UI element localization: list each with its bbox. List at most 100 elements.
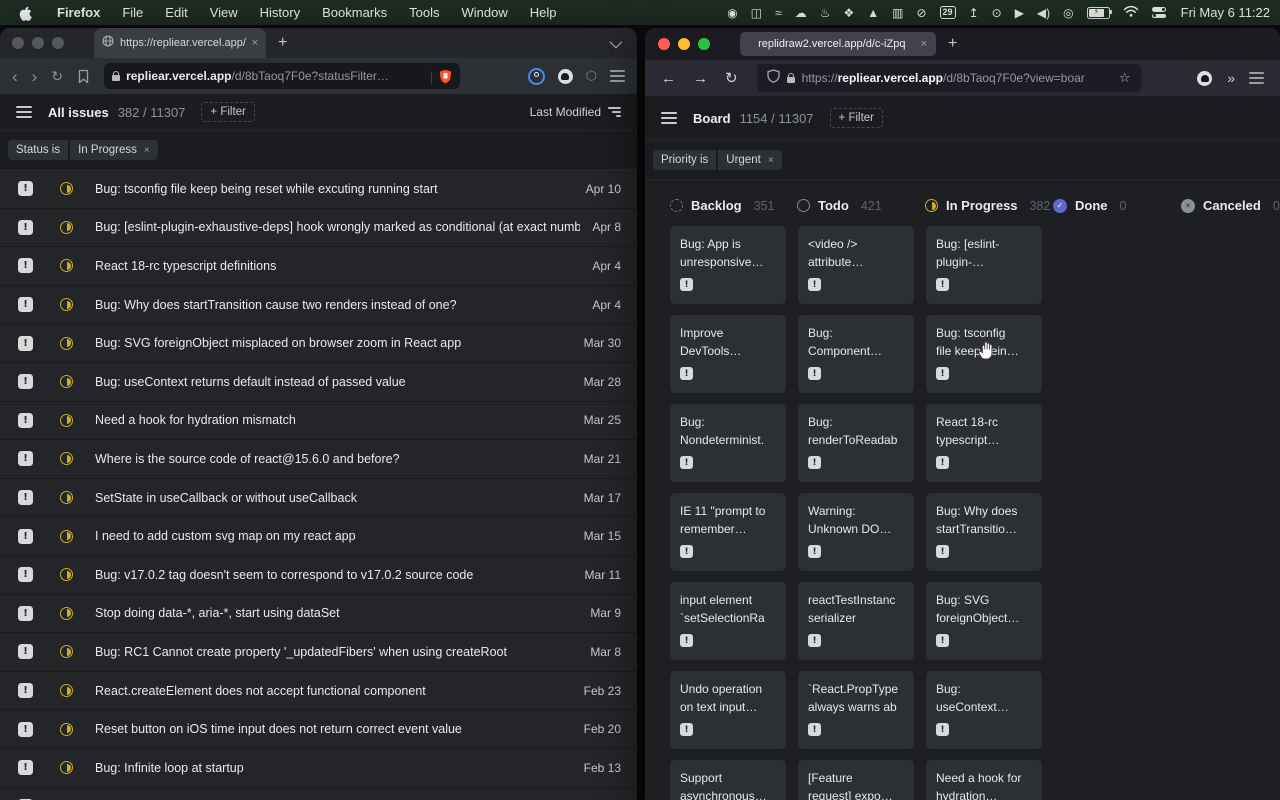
tracking-shield-icon[interactable] [767,69,780,88]
urgent-priority-icon[interactable]: ! [18,760,33,775]
board-card[interactable]: Improve DevTools… ! [670,315,786,393]
board-card[interactable]: IE 11 "prompt to remember… ! [670,493,786,571]
urgent-priority-icon[interactable]: ! [18,297,33,312]
issue-row[interactable]: ! Bug: Why does startTransition cause tw… [0,286,637,325]
extensions-puzzle-icon[interactable]: ⬡ [586,68,597,84]
brave-shield-icon[interactable] [439,69,452,84]
address-bar[interactable]: https://repliear.vercel.app/d/8bTaoq7F0e… [757,64,1141,92]
in-progress-status-icon[interactable] [60,491,73,504]
menubar-clock[interactable]: Fri May 6 11:22 [1181,5,1270,20]
dropbox-icon[interactable]: ❖ [843,7,854,19]
in-progress-status-icon[interactable] [60,259,73,272]
in-progress-status-icon[interactable] [60,761,73,774]
window-controls[interactable] [658,38,710,50]
warp-icon[interactable]: ≈ [775,7,782,19]
wifi-icon[interactable] [1123,5,1139,20]
in-progress-status-icon[interactable] [60,375,73,388]
window-controls[interactable] [12,37,64,49]
menubar-item[interactable]: Edit [165,5,187,20]
board-card[interactable]: Bug: Nondeterminist. ! [670,404,786,482]
in-progress-status-icon[interactable] [60,723,73,736]
issue-row[interactable]: ! React.createElement does not accept fu… [0,672,637,711]
urgent-priority-icon[interactable]: ! [18,529,33,544]
power-circle-icon[interactable]: ⊙ [992,7,1002,19]
back-button[interactable]: ← [661,71,676,86]
board-card[interactable]: Bug: renderToReadab ! [798,404,914,482]
urgent-priority-icon[interactable]: ! [18,258,33,273]
urgent-priority-icon[interactable]: ! [18,220,33,235]
issue-row[interactable]: ! Bug: Infinite loop at startup Feb 13 [0,749,637,788]
cloud-icon[interactable]: ☁ [795,7,807,19]
issue-row[interactable]: ! Bug: RC1 Cannot create property '_upda… [0,633,637,672]
battery-icon[interactable]: ⚡ [1087,7,1110,19]
calendar-date-badge[interactable]: 29 [940,6,956,19]
menubar-item[interactable]: File [122,5,143,20]
new-tab-button[interactable]: + [278,35,287,51]
in-progress-status-icon[interactable] [60,298,73,311]
filter-value-chip[interactable]: In Progress× [70,140,158,160]
urgent-priority-icon[interactable]: ! [18,683,33,698]
urgent-priority-icon[interactable]: ! [18,451,33,466]
menubar-app-name[interactable]: Firefox [57,5,100,20]
bookmark-star-icon[interactable]: ☆ [1119,70,1131,86]
menubar-item[interactable]: View [210,5,238,20]
menubar-item[interactable]: Window [462,5,508,20]
add-filter-button[interactable]: + Filter [201,102,254,122]
urgent-priority-icon[interactable]: ! [18,567,33,582]
in-progress-status-icon[interactable] [60,182,73,195]
overflow-menu-icon[interactable]: » [1227,70,1234,86]
record-icon[interactable]: ◉ [727,7,737,19]
back-button[interactable]: ‹ [12,68,18,85]
issue-row[interactable]: ! React 18-rc typescript definitions Apr… [0,247,637,286]
board-card[interactable]: Bug: App is unresponsive… ! [670,226,786,304]
in-progress-status-icon[interactable] [60,684,73,697]
issue-row[interactable]: ! SetState in useCallback or without use… [0,479,637,518]
share-icon[interactable]: ↥ [969,7,979,19]
forward-button[interactable]: › [32,68,38,85]
menubar-item[interactable]: Tools [409,5,439,20]
board-card[interactable]: `React.PropType always warns ab ! [798,671,914,749]
tab-list-chevron-icon[interactable] [610,35,623,48]
in-progress-status-icon[interactable] [60,337,73,350]
board-card[interactable]: Support asynchronous… ! [670,760,786,800]
browser-menu-icon[interactable] [1249,72,1264,83]
board-card[interactable]: Bug: Component… ! [798,315,914,393]
password-manager-icon[interactable] [528,68,545,85]
apple-menu-icon[interactable] [18,5,34,21]
control-center-icon[interactable] [1152,7,1166,18]
reload-button[interactable]: ↻ [51,69,63,83]
bookmark-icon[interactable] [77,69,90,84]
reload-button[interactable]: ↻ [725,71,738,86]
urgent-priority-icon[interactable]: ! [18,181,33,196]
forward-button[interactable]: → [693,71,708,86]
issue-row[interactable]: ! Need a hook for hydration mismatch Mar… [0,402,637,441]
issue-row[interactable]: ! Bug: v17.0.2 tag doesn't seem to corre… [0,556,637,595]
remove-filter-icon[interactable]: × [144,145,150,156]
in-progress-status-icon[interactable] [60,221,73,234]
board-card[interactable]: Bug: SVG foreignObject… ! [926,582,1042,660]
filter-field-chip[interactable]: Priority is [653,150,716,170]
in-progress-status-icon[interactable] [60,607,73,620]
triangle-app-icon[interactable]: ▲ [867,7,879,19]
filter-value-chip[interactable]: Urgent× [718,150,781,170]
board-card[interactable]: Bug: useContext… ! [926,671,1042,749]
menubar-item[interactable]: History [260,5,300,20]
board-card[interactable]: Warning: Unknown DO… ! [798,493,914,571]
assistant-icon[interactable]: ◎ [1063,7,1073,19]
in-progress-status-icon[interactable] [60,645,73,658]
layout-columns-icon[interactable]: ▥ [892,7,903,19]
urgent-priority-icon[interactable]: ! [18,644,33,659]
menubar-item[interactable]: Bookmarks [322,5,387,20]
in-progress-status-icon[interactable] [60,452,73,465]
docker-icon[interactable]: ♨ [820,7,831,19]
board-card[interactable]: Bug: Why does startTransitio… ! [926,493,1042,571]
urgent-priority-icon[interactable]: ! [18,413,33,428]
browser-tab[interactable]: replidraw2.vercel.app/d/c-iZpq × [740,32,936,56]
urgent-priority-icon[interactable]: ! [18,722,33,737]
volume-icon[interactable]: ◀) [1037,7,1050,19]
address-bar[interactable]: repliear.vercel.app/d/8bTaoq7F0e?statusF… [104,63,460,89]
issue-row[interactable]: ! Stop doing data-*, aria-*, start using… [0,595,637,634]
remove-filter-icon[interactable]: × [768,155,774,166]
tab-close-icon[interactable]: × [921,39,927,50]
issue-row[interactable]: ! [DevTools Bug] Unsupported Bridge oper… [0,788,637,800]
